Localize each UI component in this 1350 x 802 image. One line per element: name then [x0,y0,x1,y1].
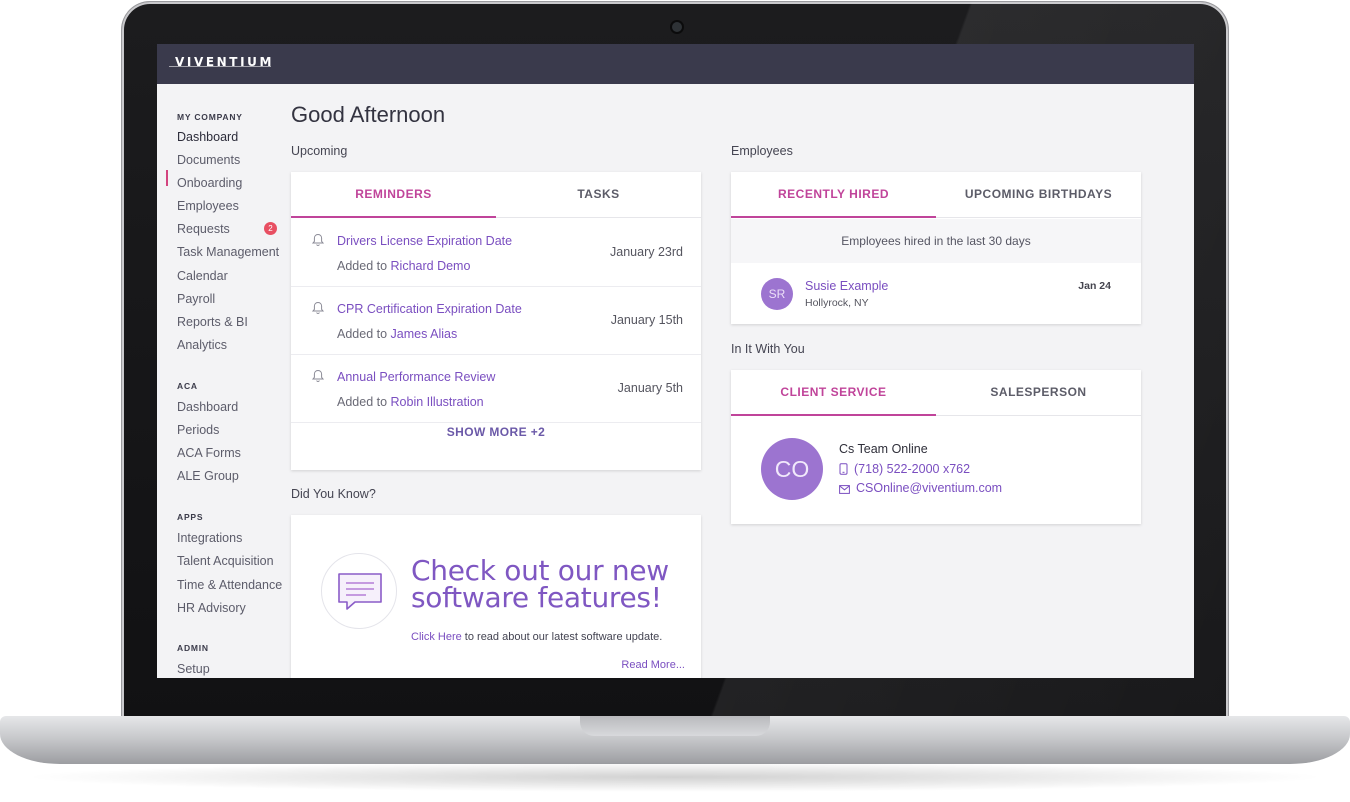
hired-note: Employees hired in the last 30 days [731,219,1141,263]
reminder-date: January 5th [617,381,683,395]
laptop-notch [580,716,770,736]
reminder-person-link[interactable]: Robin Illustration [391,395,484,409]
chat-bubble-icon [338,573,382,610]
sidebar-item-time-attendance[interactable]: Time & Attendance [177,578,282,592]
sidebar-item-periods[interactable]: Periods [177,423,219,437]
sidebar-item-task-management[interactable]: Task Management [177,245,279,259]
employees-card: RECENTLY HIRED UPCOMING BIRTHDAYS Employ… [731,172,1141,324]
employee-hire-date: Jan 24 [1078,280,1111,292]
promo-text: Click Here to read about our latest soft… [411,631,662,643]
contact-phone-text[interactable]: (718) 522-2000 x762 [854,462,970,476]
avatar: CO [761,438,823,500]
reminder-person-link[interactable]: Richard Demo [391,259,471,273]
sidebar-item-aca-forms[interactable]: ACA Forms [177,446,241,460]
tab-tasks[interactable]: TASKS [496,172,701,218]
contact-tabs: CLIENT SERVICE SALESPERSON [731,370,1141,416]
contact-email[interactable]: CSOnline@viventium.com [839,481,1002,495]
sidebar-item-reports-bi[interactable]: Reports & BI [177,315,248,329]
employees-tabs: RECENTLY HIRED UPCOMING BIRTHDAYS [731,172,1141,218]
upcoming-card: REMINDERS TASKS Drivers License Expirati… [291,172,701,470]
read-more-link[interactable]: Read More... [621,659,685,671]
mail-icon [839,485,850,494]
promo-headline: Check out our new software features! [411,557,691,614]
contact-name: Cs Team Online [839,442,928,456]
contact-phone[interactable]: (718) 522-2000 x762 [839,462,970,476]
employee-name-link[interactable]: Susie Example [805,279,888,293]
tab-upcoming-birthdays[interactable]: UPCOMING BIRTHDAYS [936,172,1141,218]
promo-headline-line-2: software features! [411,581,662,614]
reminder-title[interactable]: Drivers License Expiration Date [337,234,512,248]
bell-icon [311,301,325,314]
sidebar-item-analytics[interactable]: Analytics [177,338,227,352]
promo-icon-circle [321,553,397,629]
promo-body: to read about our latest software update… [464,631,663,643]
phone-icon [839,463,848,475]
reminder-row[interactable]: CPR Certification Expiration Date Added … [291,287,701,355]
show-more-button[interactable]: SHOW MORE +2 [291,425,701,439]
sidebar-item-hr-advisory[interactable]: HR Advisory [177,601,246,615]
sidebar-heading-admin: ADMIN [177,643,209,653]
active-indicator [166,170,168,186]
sidebar-item-calendar[interactable]: Calendar [177,269,228,283]
sidebar-item-payroll[interactable]: Payroll [177,292,215,306]
upcoming-title: Upcoming [291,144,348,158]
reminder-row[interactable]: Annual Performance Review Added to Robin… [291,355,701,423]
sidebar-item-ale-group[interactable]: ALE Group [177,469,239,483]
reminder-title[interactable]: CPR Certification Expiration Date [337,302,522,316]
upcoming-tabs: REMINDERS TASKS [291,172,701,218]
sidebar-heading-apps: APPS [177,512,204,522]
sidebar-item-employees[interactable]: Employees [177,199,239,213]
reminder-title[interactable]: Annual Performance Review [337,370,495,384]
app-screen: VIVENTIUM MY COMPANY Dashboard Documents… [157,44,1194,678]
sidebar-item-requests[interactable]: Requests [177,222,230,236]
laptop-shadow [20,762,1330,792]
client-service-card: CLIENT SERVICE SALESPERSON CO Cs Team On… [731,370,1141,524]
reminder-date: January 23rd [610,245,683,259]
bell-icon [311,369,325,382]
sidebar-item-integrations[interactable]: Integrations [177,531,242,545]
tab-client-service[interactable]: CLIENT SERVICE [731,370,936,416]
sidebar-item-documents[interactable]: Documents [177,153,240,167]
bell-icon [311,233,325,246]
tab-salesperson[interactable]: SALESPERSON [936,370,1141,416]
reminder-date: January 15th [610,313,683,327]
did-you-know-card: Check out our new software features! Cli… [291,515,701,678]
page-title: Good Afternoon [291,102,446,127]
reminder-row[interactable]: Drivers License Expiration Date Added to… [291,219,701,287]
sidebar: MY COMPANY Dashboard Documents Onboardin… [157,84,285,678]
contact-email-text[interactable]: CSOnline@viventium.com [856,481,1002,495]
reminder-person-link[interactable]: James Alias [391,327,458,341]
sidebar-item-aca-dashboard[interactable]: Dashboard [177,400,238,414]
requests-badge: 2 [264,222,277,235]
reminder-subtitle: Added to Robin Illustration [337,395,484,409]
in-it-with-you-title: In It With You [731,342,805,356]
reminder-added-prefix: Added to [337,327,388,341]
reminder-added-prefix: Added to [337,395,388,409]
click-here-link[interactable]: Click Here [411,631,462,643]
sidebar-item-talent-acquisition[interactable]: Talent Acquisition [177,554,274,568]
sidebar-heading-my-company: MY COMPANY [177,112,243,122]
reminder-subtitle: Added to James Alias [337,327,457,341]
sidebar-item-dashboard[interactable]: Dashboard [177,130,238,144]
employees-title: Employees [731,144,793,158]
sidebar-item-setup[interactable]: Setup [177,662,210,676]
did-you-know-title: Did You Know? [291,487,376,501]
reminder-added-prefix: Added to [337,259,388,273]
employee-location: Hollyrock, NY [805,297,869,309]
reminder-subtitle: Added to Richard Demo [337,259,470,273]
avatar[interactable]: SR [761,278,793,310]
camera [672,22,682,32]
app-logo[interactable]: VIVENTIUM [175,55,274,69]
tab-recently-hired[interactable]: RECENTLY HIRED [731,172,936,218]
top-bar: VIVENTIUM [157,44,1194,84]
sidebar-item-onboarding[interactable]: Onboarding [177,176,242,190]
tab-reminders[interactable]: REMINDERS [291,172,496,218]
sidebar-heading-aca: ACA [177,381,198,391]
